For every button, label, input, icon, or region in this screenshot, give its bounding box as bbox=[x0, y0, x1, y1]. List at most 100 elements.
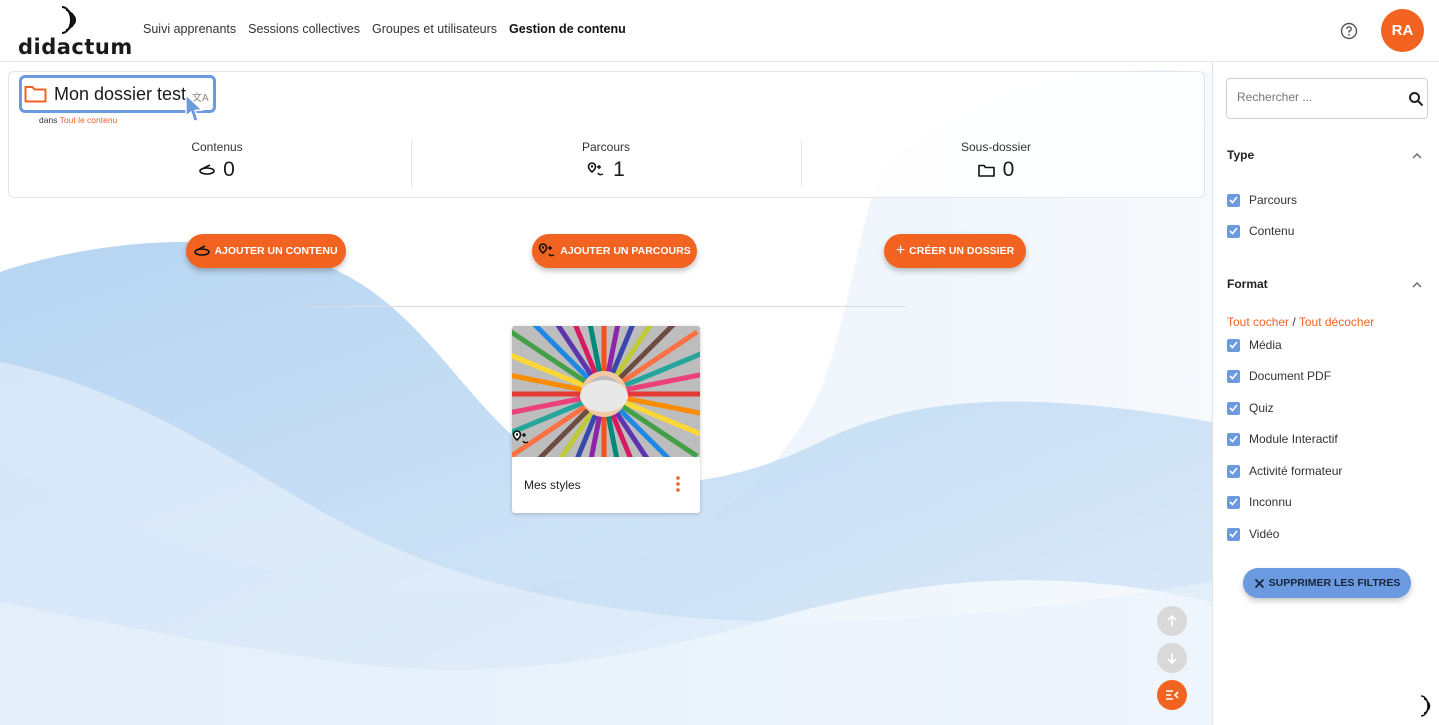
filter-label: Activité formateur bbox=[1249, 464, 1343, 478]
filter-label: Vidéo bbox=[1249, 527, 1280, 541]
nav-suivi-apprenants[interactable]: Suivi apprenants bbox=[143, 22, 236, 36]
toggle-filters-button[interactable] bbox=[1157, 680, 1187, 710]
filter-label: Module Interactif bbox=[1249, 432, 1338, 446]
check-all-link[interactable]: Tout cocher bbox=[1227, 315, 1289, 329]
filter-label: Quiz bbox=[1249, 401, 1274, 415]
stat-label: Parcours bbox=[581, 140, 631, 154]
close-icon bbox=[1254, 578, 1264, 588]
folder-info-card: Mon dossier test 文A dans Tout le contenu… bbox=[8, 71, 1205, 198]
stat-value: 0 bbox=[1002, 158, 1015, 181]
item-card[interactable]: Mes styles bbox=[512, 326, 700, 513]
stat-value: 0 bbox=[223, 158, 235, 181]
add-route-label: AJOUTER UN PARCOURS bbox=[560, 245, 691, 257]
filter-label: Parcours bbox=[1249, 193, 1298, 207]
create-folder-label: CRÉER UN DOSSIER bbox=[909, 245, 1015, 257]
chevron-up-icon[interactable] bbox=[1411, 281, 1423, 289]
filter-format-pdf[interactable]: Document PDF bbox=[1227, 369, 1331, 383]
content-icon bbox=[199, 164, 215, 175]
route-icon bbox=[587, 162, 604, 176]
folder-icon bbox=[977, 164, 995, 177]
menu-collapse-icon bbox=[1166, 690, 1179, 700]
filter-type-parcours[interactable]: Parcours bbox=[1227, 193, 1297, 207]
filter-type-contenu[interactable]: Contenu bbox=[1227, 224, 1294, 238]
create-folder-button[interactable]: + CRÉER UN DOSSIER bbox=[884, 234, 1026, 268]
type-section-title[interactable]: Type bbox=[1227, 148, 1254, 162]
scroll-down-button[interactable] bbox=[1157, 643, 1187, 673]
filter-label: Inconnu bbox=[1249, 495, 1292, 509]
clear-filters-label: SUPPRIMER LES FILTRES bbox=[1268, 577, 1401, 589]
stat-sous-dossier: Sous-dossier 0 bbox=[801, 140, 1191, 182]
search-input[interactable] bbox=[1237, 90, 1387, 104]
main-content: Mon dossier test 文A dans Tout le contenu… bbox=[0, 62, 1212, 725]
checkbox-checked[interactable] bbox=[1227, 338, 1240, 352]
clear-filters-button[interactable]: SUPPRIMER LES FILTRES bbox=[1243, 568, 1411, 598]
checkbox-checked[interactable] bbox=[1227, 527, 1240, 541]
filter-format-inconnu[interactable]: Inconnu bbox=[1227, 495, 1292, 509]
filter-format-activite[interactable]: Activité formateur bbox=[1227, 464, 1342, 478]
folder-title[interactable]: Mon dossier test bbox=[54, 84, 186, 105]
route-icon bbox=[512, 430, 529, 444]
pencil-shape bbox=[601, 326, 607, 372]
search-box[interactable] bbox=[1226, 78, 1428, 119]
chevron-up-icon[interactable] bbox=[1411, 152, 1423, 160]
stat-contenus: Contenus 0 bbox=[22, 140, 412, 182]
format-section-title[interactable]: Format bbox=[1227, 277, 1268, 291]
filter-label: Média bbox=[1249, 338, 1282, 352]
add-content-label: AJOUTER UN CONTENU bbox=[214, 245, 338, 257]
filter-label: Contenu bbox=[1249, 224, 1295, 238]
checkbox-checked[interactable] bbox=[1227, 369, 1240, 383]
filter-sidebar: Type Parcours Contenu Format Tout cocher… bbox=[1212, 62, 1439, 725]
nav-sessions-collectives[interactable]: Sessions collectives bbox=[248, 22, 360, 36]
content-icon bbox=[194, 245, 211, 256]
colored-pencils-image bbox=[512, 326, 700, 457]
checkbox-checked[interactable] bbox=[1227, 432, 1240, 446]
top-bar: didactum Suivi apprenants Sessions colle… bbox=[0, 0, 1439, 62]
checkbox-checked[interactable] bbox=[1227, 193, 1240, 207]
add-content-button[interactable]: AJOUTER UN CONTENU bbox=[186, 234, 346, 268]
fingerprint-logo-icon bbox=[61, 6, 76, 34]
checkbox-checked[interactable] bbox=[1227, 495, 1240, 509]
mouse-cursor-icon bbox=[185, 93, 204, 123]
pencil-shape bbox=[601, 416, 607, 457]
breadcrumb-prefix: dans bbox=[39, 115, 58, 125]
checkbox-checked[interactable] bbox=[1227, 224, 1240, 238]
help-circle-icon[interactable] bbox=[1339, 21, 1359, 41]
search-icon[interactable] bbox=[1408, 91, 1424, 107]
pencil-shape bbox=[626, 391, 700, 397]
folder-icon bbox=[24, 86, 47, 103]
uncheck-all-link[interactable]: Tout décocher bbox=[1299, 315, 1374, 329]
user-avatar[interactable]: RA bbox=[1381, 9, 1424, 52]
logo-text: didactum bbox=[18, 35, 133, 59]
fingerprint-logo-icon bbox=[1420, 695, 1431, 717]
scroll-up-button[interactable] bbox=[1157, 606, 1187, 636]
filter-label: Document PDF bbox=[1249, 369, 1332, 383]
checkbox-checked[interactable] bbox=[1227, 464, 1240, 478]
arrow-up-icon bbox=[1167, 614, 1177, 626]
nav-gestion-contenu[interactable]: Gestion de contenu bbox=[509, 22, 626, 36]
breadcrumb-link[interactable]: Tout le contenu bbox=[60, 115, 118, 125]
route-icon bbox=[538, 243, 555, 257]
filter-format-media[interactable]: Média bbox=[1227, 338, 1282, 352]
nav-groupes-utilisateurs[interactable]: Groupes et utilisateurs bbox=[372, 22, 497, 36]
stat-label: Contenus bbox=[191, 140, 243, 154]
section-divider bbox=[306, 306, 906, 307]
breadcrumb: dans Tout le contenu bbox=[39, 115, 117, 125]
add-route-button[interactable]: AJOUTER UN PARCOURS bbox=[532, 234, 697, 268]
filter-format-quiz[interactable]: Quiz bbox=[1227, 401, 1274, 415]
filter-format-module[interactable]: Module Interactif bbox=[1227, 432, 1338, 446]
stat-parcours: Parcours 1 bbox=[411, 140, 801, 182]
filter-format-video[interactable]: Vidéo bbox=[1227, 527, 1279, 541]
stat-label: Sous-dossier bbox=[960, 140, 1032, 154]
more-vertical-icon[interactable] bbox=[672, 474, 684, 494]
card-thumbnail bbox=[512, 326, 700, 457]
card-title: Mes styles bbox=[524, 478, 581, 492]
main-nav: Suivi apprenants Sessions collectives Gr… bbox=[143, 22, 626, 36]
check-toggle-links: Tout cocher / Tout décocher bbox=[1227, 315, 1374, 329]
checkbox-checked[interactable] bbox=[1227, 401, 1240, 415]
arrow-down-icon bbox=[1167, 653, 1177, 665]
link-separator: / bbox=[1292, 315, 1296, 329]
pencil-shape bbox=[512, 391, 582, 397]
plus-icon: + bbox=[895, 242, 906, 259]
stat-value: 1 bbox=[613, 158, 625, 181]
didactum-logo[interactable]: didactum bbox=[18, 4, 132, 59]
